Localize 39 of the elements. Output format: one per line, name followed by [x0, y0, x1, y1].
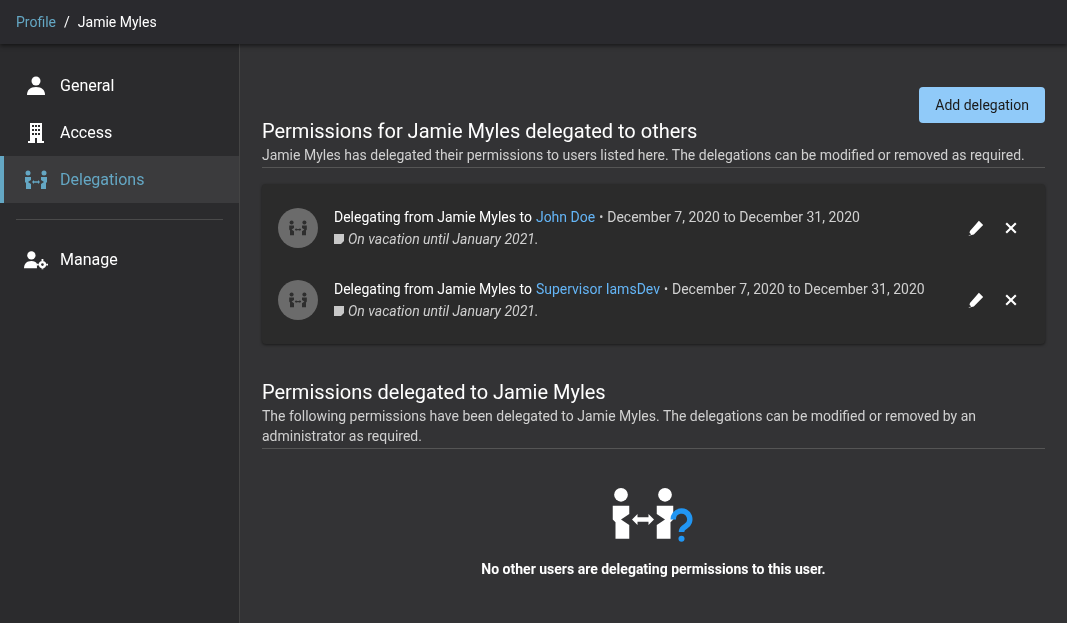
- delegation-icon: [288, 292, 308, 308]
- note-icon: [334, 306, 344, 316]
- pencil-icon: [966, 291, 984, 309]
- delegation-note: On vacation until January 2021.: [348, 302, 539, 321]
- delegation-icon: [24, 169, 48, 190]
- empty-state-message: No other users are delegating permissions to this user.: [481, 560, 826, 579]
- sidebar-label: General: [60, 74, 115, 97]
- sidebar-item[interactable]: Delegations: [0, 156, 239, 203]
- section-description: Jamie Myles has delegated their permissions to users listed here. The delegations can be modified or removed as required.: [262, 145, 1045, 168]
- delegation-text: Delegating from Jamie Myles to: [334, 280, 532, 299]
- sidebar-label: Access: [60, 121, 113, 144]
- delegation-text: Delegating from Jamie Myles to: [334, 208, 532, 227]
- close-icon: [1005, 222, 1017, 234]
- person-gear-icon: [24, 249, 48, 270]
- breadcrumb-link[interactable]: Profile: [16, 12, 56, 32]
- sidebar-label: Delegations: [60, 168, 145, 191]
- separator-dot: •: [663, 281, 668, 297]
- building-icon: [26, 122, 46, 143]
- delegate-link[interactable]: John Doe: [535, 207, 596, 227]
- close-icon: [1005, 294, 1017, 306]
- section-title: Permissions delegated to Jamie Myles: [262, 379, 607, 406]
- separator-dot: •: [599, 209, 604, 225]
- section-description: The following permissions have been delegated to Jamie Myles. The delegations can be modified or removed by an administrator as required.: [262, 406, 1045, 449]
- pencil-icon: [966, 219, 984, 237]
- date-range: December 7, 2020 to December 31, 2020: [607, 208, 860, 227]
- sidebar-item[interactable]: Access: [0, 109, 239, 156]
- person-icon: [26, 75, 46, 96]
- delegation-icon: [288, 220, 308, 236]
- breadcrumb-current: Jamie Myles: [77, 13, 157, 32]
- add-delegation-button[interactable]: Add delegation: [919, 87, 1045, 123]
- note-icon: [334, 234, 344, 244]
- delegation-note: On vacation until January 2021.: [348, 230, 539, 249]
- date-range: December 7, 2020 to December 31, 2020: [672, 280, 925, 299]
- sidebar-label: Manage: [60, 248, 118, 271]
- section-title: Permissions for Jamie Myles delegated to others: [262, 118, 699, 145]
- breadcrumb-separator: /: [64, 13, 70, 32]
- delegate-link[interactable]: Supervisor IamsDev: [535, 279, 660, 299]
- sidebar-item[interactable]: Manage: [0, 236, 239, 283]
- sidebar-item[interactable]: General: [0, 62, 239, 109]
